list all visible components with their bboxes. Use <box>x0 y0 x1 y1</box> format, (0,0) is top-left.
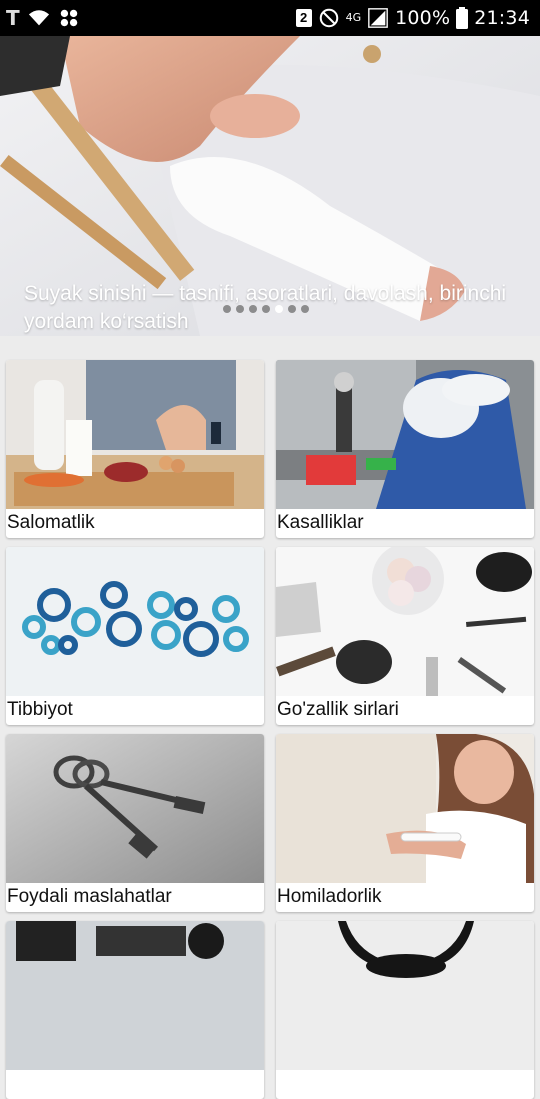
slider-dot[interactable] <box>236 305 244 313</box>
slider-dot[interactable] <box>301 305 309 313</box>
makeup-brushes-image <box>276 547 534 696</box>
pregnancy-test-image <box>276 734 534 883</box>
category-label[interactable]: Kasalliklar <box>277 512 364 534</box>
category-card-partial[interactable] <box>6 921 264 1099</box>
category-card-homiladorlik[interactable]: Homiladorlik <box>276 734 534 912</box>
slider-pagination[interactable] <box>223 305 309 313</box>
slider-dot[interactable] <box>288 305 296 313</box>
healthy-food-image <box>6 360 264 509</box>
category-label[interactable]: Foydali maslahatlar <box>7 886 172 908</box>
category-card-partial[interactable] <box>276 921 534 1099</box>
keys-image <box>6 734 264 883</box>
category-card-gozallik-sirlari[interactable]: Go'zallik sirlari <box>276 547 534 725</box>
hero-slider[interactable]: Suyak sinishi — tasnifi, asoratlari, dav… <box>0 36 540 336</box>
category-card-kasalliklar[interactable]: Kasalliklar <box>276 360 534 538</box>
slider-dot-active[interactable] <box>275 305 283 313</box>
network-type: 4G <box>345 11 362 24</box>
category-label[interactable]: Salomatlik <box>7 512 95 534</box>
signal-icon <box>368 8 388 28</box>
medical-gears-image <box>6 547 264 696</box>
slider-dot[interactable] <box>262 305 270 313</box>
apps-icon <box>60 9 78 27</box>
horns-image <box>276 921 534 1070</box>
category-label[interactable]: Tibbiyot <box>7 699 73 721</box>
category-card-tibbiyot[interactable]: Tibbiyot <box>6 547 264 725</box>
slider-dot[interactable] <box>249 305 257 313</box>
category-card-foydali-maslahatlar[interactable]: Foydali maslahatlar <box>6 734 264 912</box>
sim-badge: 2 <box>295 9 312 27</box>
status-bar: T 2 4G 100% 21:34 <box>0 0 540 36</box>
do-not-disturb-icon <box>319 8 338 28</box>
clock: 21:34 <box>474 7 530 29</box>
microscope-image <box>6 921 264 1070</box>
lab-scientist-image <box>276 360 534 509</box>
category-label[interactable]: Go'zallik sirlari <box>277 699 399 721</box>
battery-percent: 100% <box>395 7 451 29</box>
category-label[interactable]: Homiladorlik <box>277 886 382 908</box>
wifi-icon <box>28 10 49 26</box>
carrier-icon: T <box>6 6 20 30</box>
slider-dot[interactable] <box>223 305 231 313</box>
category-card-salomatlik[interactable]: Salomatlik <box>6 360 264 538</box>
battery-icon <box>456 7 469 29</box>
